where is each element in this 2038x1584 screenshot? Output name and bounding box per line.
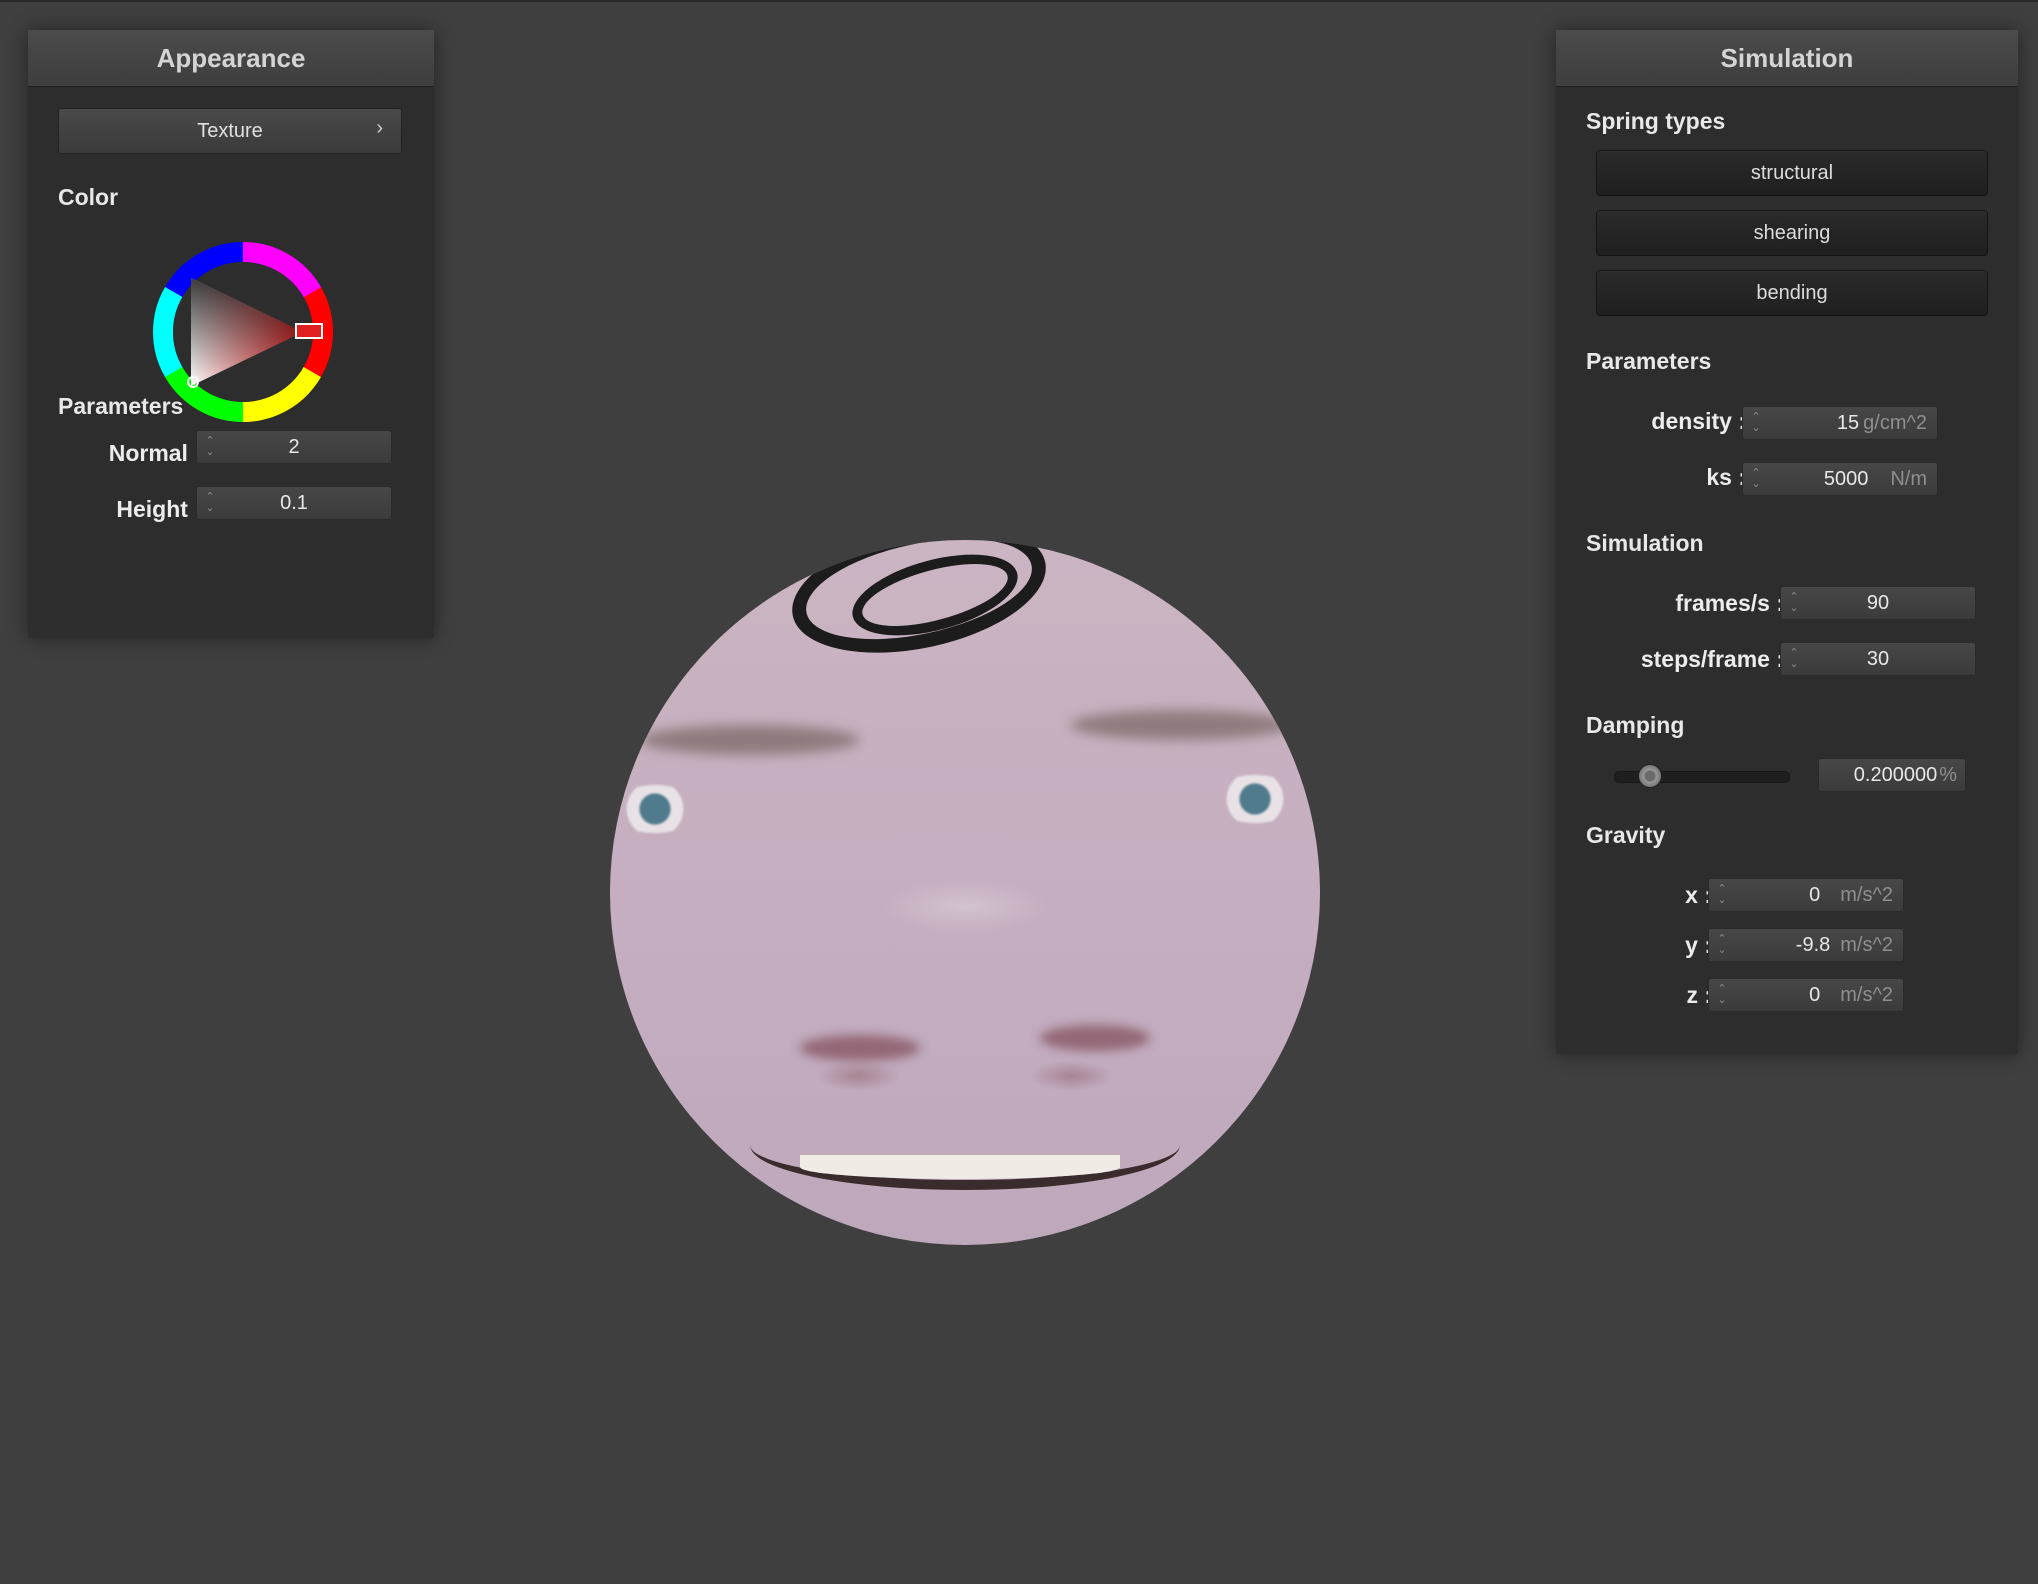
spin-arrows-icon[interactable]: ⌃ ⌄ <box>1709 929 1735 961</box>
spin-arrows-icon[interactable]: ⌃ ⌄ <box>1709 879 1735 911</box>
simulation-parameters-label: Parameters <box>1586 348 1712 374</box>
left-brow <box>640 725 860 755</box>
steps-value[interactable]: 30 <box>1807 648 1975 671</box>
spin-arrows-icon[interactable]: ⌃ ⌄ <box>1781 587 1807 619</box>
normal-value[interactable]: 2 <box>223 436 391 459</box>
density-spinbox[interactable]: ⌃ ⌄ 15 g/cm^2 <box>1742 406 1938 440</box>
left-nostril <box>800 1035 920 1061</box>
damping-spinbox[interactable]: 0.200000 % <box>1818 758 1966 792</box>
fps-label: frames/s : <box>1675 590 1784 616</box>
ks-label: ks : <box>1706 464 1746 490</box>
gravity-y-unit: m/s^2 <box>1840 933 1893 956</box>
height-spinbox[interactable]: ⌃ ⌄ 0.1 <box>196 486 392 520</box>
spin-arrows-icon[interactable]: ⌃ ⌄ <box>197 487 223 519</box>
right-nostril <box>1040 1025 1150 1051</box>
density-unit: g/cm^2 <box>1863 411 1927 434</box>
fps-spinbox[interactable]: ⌃ ⌄ 90 <box>1780 586 1976 620</box>
steps-label: steps/frame : <box>1640 646 1784 672</box>
spin-arrows-icon[interactable]: ⌃ ⌄ <box>1781 643 1807 675</box>
height-value[interactable]: 0.1 <box>223 492 391 515</box>
structural-button[interactable]: structural <box>1596 150 1988 196</box>
ks-spinbox[interactable]: ⌃ ⌄ 5000 N/m <box>1742 462 1938 496</box>
gravity-x-spinbox[interactable]: ⌃ ⌄ 0 m/s^2 <box>1708 878 1904 912</box>
spin-arrows-icon[interactable]: ⌃ ⌄ <box>1743 407 1769 439</box>
texture-button-label: Texture <box>197 119 263 142</box>
damping-unit: % <box>1939 763 1957 786</box>
gravity-y-value[interactable]: -9.8 <box>1735 934 1840 957</box>
bending-button[interactable]: bending <box>1596 270 1988 316</box>
damping-label: Damping <box>1586 712 1685 738</box>
normal-spinbox[interactable]: ⌃ ⌄ 2 <box>196 430 392 464</box>
gravity-z-value[interactable]: 0 <box>1735 984 1840 1007</box>
color-label: Color <box>58 184 119 210</box>
density-value[interactable]: 15 <box>1769 412 1863 435</box>
right-brow <box>1070 710 1290 740</box>
gravity-x-value[interactable]: 0 <box>1735 884 1840 907</box>
chevron-right-icon: › <box>376 117 383 139</box>
gravity-y-spinbox[interactable]: ⌃ ⌄ -9.8 m/s^2 <box>1708 928 1904 962</box>
hue-handle[interactable] <box>295 323 323 339</box>
spring-types-label: Spring types <box>1586 108 1726 134</box>
density-label: density : <box>1651 408 1746 434</box>
steps-spinbox[interactable]: ⌃ ⌄ 30 <box>1780 642 1976 676</box>
simulation-section-label: Simulation <box>1586 530 1704 556</box>
gravity-x-label: x : <box>1685 882 1712 908</box>
spin-arrows-icon[interactable]: ⌃ ⌄ <box>197 431 223 463</box>
appearance-panel: Appearance Texture › Color Parameters No… <box>28 30 434 638</box>
simulation-title[interactable]: Simulation <box>1556 30 2018 87</box>
teeth <box>800 1155 1120 1179</box>
damping-slider[interactable] <box>1614 762 1790 790</box>
gravity-y-label: y : <box>1685 932 1712 958</box>
appearance-title[interactable]: Appearance <box>28 30 434 87</box>
spin-arrows-icon[interactable]: ⌃ ⌄ <box>1709 979 1735 1011</box>
gravity-x-unit: m/s^2 <box>1840 883 1893 906</box>
damping-value[interactable]: 0.200000 <box>1819 764 1939 787</box>
height-label: Height : <box>116 496 202 522</box>
texture-button[interactable]: Texture › <box>58 108 402 154</box>
window-top-edge <box>0 0 2038 2</box>
appearance-parameters-label: Parameters <box>58 393 184 419</box>
right-eye <box>1210 775 1300 823</box>
ks-unit: N/m <box>1890 467 1927 490</box>
gravity-z-label: z : <box>1686 982 1712 1008</box>
textured-sphere[interactable] <box>610 540 1320 1245</box>
slider-handle[interactable] <box>1638 764 1663 788</box>
gravity-label: Gravity <box>1586 822 1666 848</box>
spin-arrows-icon[interactable]: ⌃ ⌄ <box>1743 463 1769 495</box>
ks-value[interactable]: 5000 <box>1769 468 1890 491</box>
normal-label: Normal : <box>108 440 202 466</box>
simulation-panel: Simulation Spring types structural shear… <box>1556 30 2018 1054</box>
shearing-button[interactable]: shearing <box>1596 210 1988 256</box>
gravity-z-spinbox[interactable]: ⌃ ⌄ 0 m/s^2 <box>1708 978 1904 1012</box>
fps-value[interactable]: 90 <box>1807 592 1975 615</box>
left-eye <box>610 785 700 833</box>
gravity-z-unit: m/s^2 <box>1840 983 1893 1006</box>
